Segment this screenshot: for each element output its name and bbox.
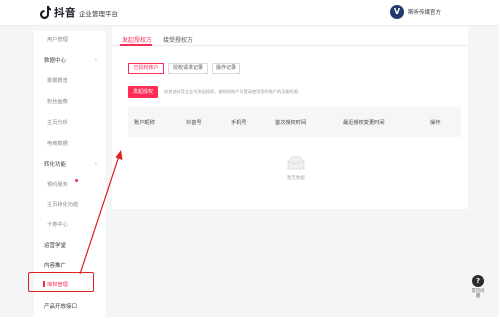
sidebar-item-data-overview[interactable]: 数据概览 [34, 72, 106, 88]
column-header: 首次授权时间 [275, 120, 307, 126]
column-header: 操作 [430, 120, 441, 126]
subtab-request-records[interactable]: 授权请求记录 [168, 63, 208, 74]
sidebar-group-data-center[interactable]: 数据中心 ⌄ [34, 51, 106, 67]
sidebar-item-label: 转化功能 [44, 162, 67, 168]
sidebar-item-reservation[interactable]: 预约服务 [34, 176, 106, 192]
sidebar-item-label: 用户管理 [47, 37, 68, 43]
table-header: 账户昵称 抖音号 手机号 首次授权时间 最近授权变更时间 操作 [128, 107, 461, 137]
sidebar-item-label: 粉丝画像 [47, 99, 68, 105]
initiate-authorization-button[interactable]: 发起授权 [128, 86, 158, 98]
active-tab-indicator [120, 44, 152, 46]
sidebar-item-homepage-analysis[interactable]: 主页分析 [34, 114, 106, 130]
sidebar-item-label: 产品开放接口 [44, 304, 78, 310]
help-label[interactable]: 常见问题 [471, 289, 485, 299]
notification-dot [75, 179, 78, 182]
sidebar-item-label: 数据概览 [47, 78, 68, 84]
empty-inbox-icon [287, 156, 305, 170]
chevron-down-icon: ⌄ [93, 56, 98, 62]
platform-name: 企业管理平台 [79, 10, 118, 18]
authorization-hint: 向其他抖音企业号发起授权，被授权账户可登录使用您的账户的功能权限 [164, 89, 299, 94]
subtab-operation-records[interactable]: 操作记录 [212, 63, 240, 74]
annotation-highlight-box [28, 272, 94, 292]
avatar[interactable]: V [390, 5, 404, 19]
sidebar-item-operations-academy[interactable]: 运营学堂 [34, 236, 106, 252]
column-header: 抖音号 [186, 120, 202, 126]
brand-name: 抖音 [54, 7, 76, 19]
sidebar-item-label: 运营学堂 [44, 243, 67, 249]
column-header: 手机号 [231, 120, 247, 126]
tab-receiver[interactable]: 接受授权方 [163, 35, 193, 44]
sidebar-item-label: 预约服务 [47, 182, 68, 188]
sidebar-item-label: 主页分析 [47, 120, 68, 126]
question-icon[interactable]: ? [472, 275, 484, 287]
empty-state-text: 暂无数据 [287, 176, 305, 181]
sidebar-item-content-promotion[interactable]: 内容推广 [34, 256, 106, 272]
main-panel: 发起授权方 接受授权方 已授权账户 授权请求记录 操作记录 发起授权 向其他抖音… [112, 27, 468, 209]
tab-initiator[interactable]: 发起授权方 [122, 35, 152, 44]
douyin-logo-icon[interactable] [40, 6, 51, 19]
column-header: 账户昵称 [134, 120, 155, 126]
sidebar-item-open-api[interactable]: 产品开放接口 [34, 297, 106, 313]
top-bar: 抖音 企业管理平台 V 斯听传媒官方 [0, 0, 499, 26]
column-header: 最近授权变更时间 [343, 120, 385, 126]
sidebar-item-ecommerce-data[interactable]: 电商数据 [34, 135, 106, 151]
sidebar-item-label: 内容推广 [44, 263, 67, 269]
sidebar-item-label: 电商数据 [47, 141, 68, 147]
sidebar-item-coupon-center[interactable]: 卡券中心 [34, 216, 106, 232]
sidebar-item-user-management[interactable]: 用户管理 [34, 31, 106, 47]
help-widget[interactable]: ? 常见问题 [471, 275, 485, 299]
sidebar-item-label: 卡券中心 [47, 222, 68, 228]
sidebar-item-label: 主页转化功能 [47, 202, 79, 208]
chevron-down-icon: ⌄ [93, 160, 98, 166]
subtab-authorized-accounts[interactable]: 已授权账户 [128, 63, 164, 74]
sidebar-item-fan-profile[interactable]: 粉丝画像 [34, 93, 106, 109]
sidebar-item-label: 数据中心 [44, 58, 67, 64]
sidebar-item-homepage-conversion[interactable]: 主页转化功能 [34, 196, 106, 212]
sidebar-group-conversion[interactable]: 转化功能 ⌄ [34, 155, 106, 171]
account-name[interactable]: 斯听传媒官方 [408, 8, 441, 16]
tabs-divider [112, 45, 468, 46]
